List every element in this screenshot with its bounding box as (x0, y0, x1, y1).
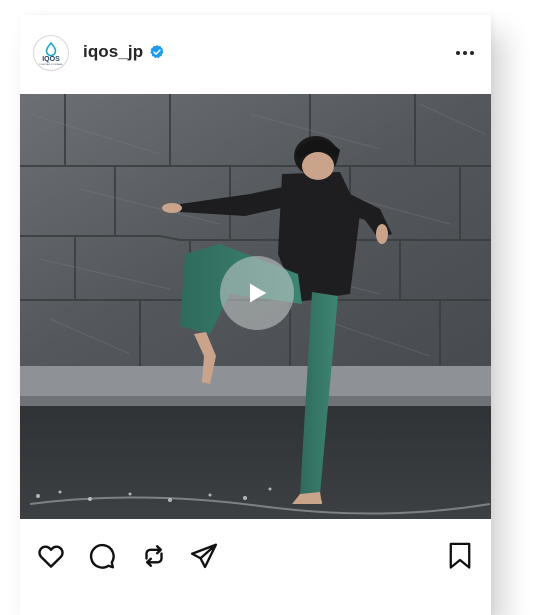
more-dot (463, 51, 467, 55)
like-button[interactable] (36, 541, 66, 571)
post-header: IQOS TOGETHER X FORWARD iqos_jp (20, 15, 491, 94)
play-icon (250, 283, 267, 303)
heart-icon (38, 545, 64, 568)
iqos-logo: IQOS TOGETHER X FORWARD (39, 41, 63, 66)
save-button[interactable] (446, 541, 476, 571)
comment-icon (89, 543, 115, 569)
post-card: IQOS TOGETHER X FORWARD iqos_jp (20, 15, 491, 615)
avatar-logo-text: IQOS (42, 56, 60, 63)
repost-button[interactable] (139, 541, 169, 571)
avatar[interactable]: IQOS TOGETHER X FORWARD (33, 35, 69, 71)
repost-icon (145, 545, 163, 567)
bookmark-icon (449, 542, 471, 569)
avatar-logo-subtext: TOGETHER X FORWARD (39, 63, 63, 66)
more-dot (470, 51, 474, 55)
more-dot (456, 51, 460, 55)
post-video[interactable] (20, 94, 491, 519)
post-actions (20, 519, 491, 589)
share-icon (190, 543, 218, 569)
share-button[interactable] (189, 541, 219, 571)
comment-button[interactable] (86, 541, 116, 571)
verified-badge-icon (150, 45, 164, 59)
username[interactable]: iqos_jp (83, 42, 143, 62)
play-button[interactable] (220, 256, 294, 330)
username-group: iqos_jp (83, 42, 165, 62)
more-options-button[interactable] (453, 45, 477, 61)
